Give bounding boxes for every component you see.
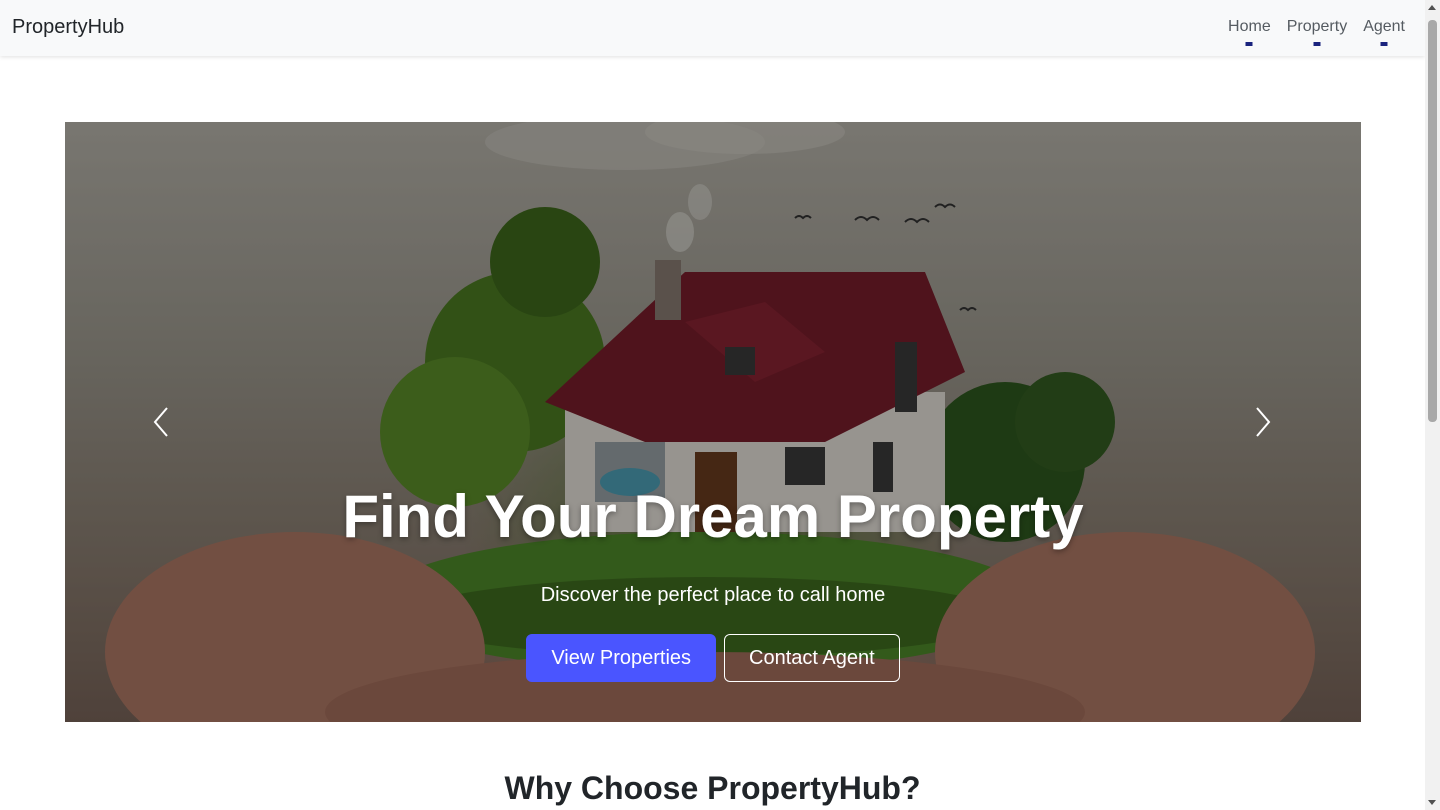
hero-buttons: View Properties Contact Agent [65,634,1361,682]
nav-link-home[interactable]: Home [1228,18,1271,36]
carousel-next-button[interactable] [1247,405,1277,439]
scroll-down-icon[interactable] [1428,800,1436,805]
page-scrollbar[interactable] [1425,0,1440,810]
hero-title: Find Your Dream Property [342,483,1084,550]
carousel-prev-button[interactable] [147,405,177,439]
hero-overlay [65,122,1361,722]
hero-carousel: Find Your Dream Property Discover the pe… [65,122,1361,722]
hero-subtitle: Discover the perfect place to call home [540,584,886,606]
section-title: Why Choose PropertyHub? [504,770,921,806]
scrollbar-thumb[interactable] [1428,20,1437,422]
contact-agent-button[interactable]: Contact Agent [724,634,900,682]
brand-logo[interactable]: PropertyHub [12,16,124,39]
navbar: PropertyHub Home Property Agent [0,0,1425,56]
chevron-left-icon [153,407,168,437]
view-properties-button[interactable]: View Properties [526,634,717,682]
chevron-right-icon [1256,407,1271,437]
nav-links: Home Property Agent [1228,18,1405,36]
scroll-up-icon[interactable] [1428,5,1436,10]
nav-link-property[interactable]: Property [1287,18,1347,36]
nav-link-agent[interactable]: Agent [1363,18,1405,36]
